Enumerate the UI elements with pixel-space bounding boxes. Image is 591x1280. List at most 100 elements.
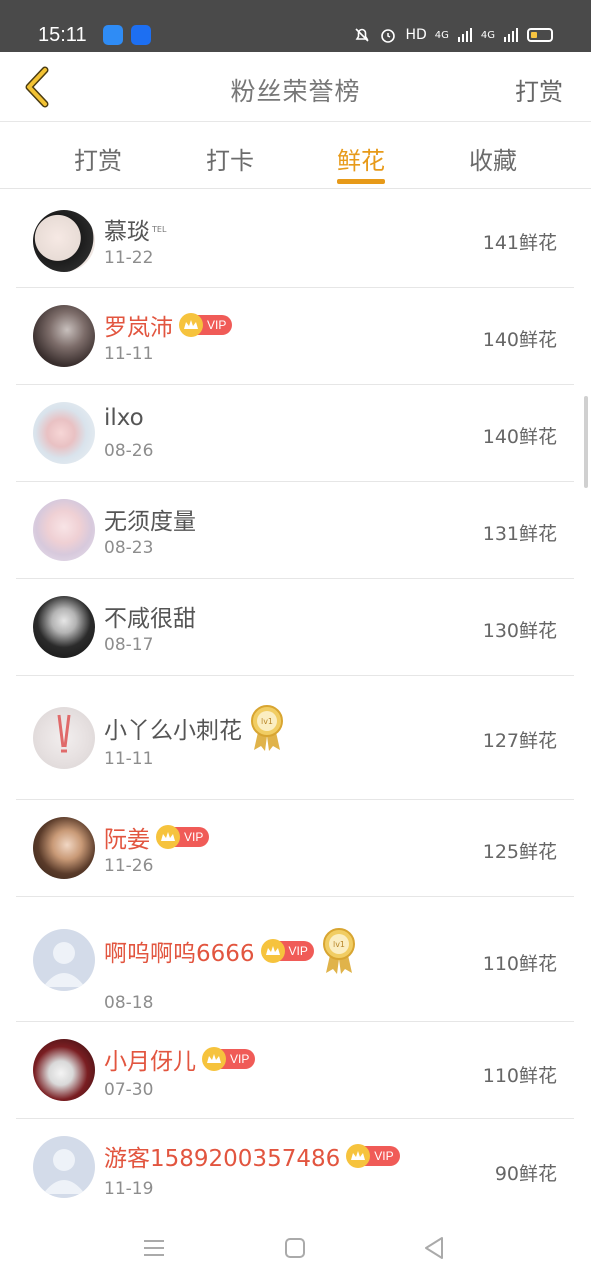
vip-label: VIP (288, 944, 308, 958)
list-item[interactable]: 不咸很甜 08-17 130鲜花 (16, 579, 574, 676)
fan-date: 11-26 (104, 856, 154, 876)
list-item[interactable]: 小月伢儿 VIP 07-30 110鲜花 (16, 1022, 574, 1119)
fan-list: 慕琰 TEL 11-22 141鲜花 罗岚沛 VIP 11-11 140鲜花 i… (16, 190, 574, 1215)
fan-amount: 110鲜花 (482, 1065, 557, 1087)
default-avatar[interactable] (33, 929, 95, 991)
fan-amount: 90鲜花 (494, 1163, 557, 1185)
mute-bell-icon (355, 28, 370, 42)
fan-date: 08-26 (104, 441, 154, 461)
status-bar: 15:11 HD 4G 4G (0, 0, 591, 52)
fan-name: 小丫么小刺花 (104, 718, 242, 744)
hd-indicator: HD (405, 27, 427, 43)
system-nav-bar (0, 1212, 591, 1280)
fan-name: 慕琰 (104, 219, 150, 245)
avatar[interactable] (33, 305, 95, 367)
home-button[interactable] (279, 1232, 311, 1264)
fan-amount: 130鲜花 (482, 620, 557, 642)
avatar[interactable] (33, 1039, 95, 1101)
signal-bars-icon (457, 28, 472, 42)
fan-date: 08-17 (104, 635, 154, 655)
vip-badge: VIP (260, 939, 314, 963)
tab-reward[interactable]: 打赏 (53, 141, 143, 176)
fan-amount: 140鲜花 (482, 329, 557, 351)
fan-name: 啊呜啊呜6666 (104, 941, 255, 967)
status-time: 15:11 (38, 24, 87, 46)
fan-date: 11-11 (104, 344, 154, 364)
list-item[interactable]: 无须度量 08-23 131鲜花 (16, 482, 574, 579)
tel-tag: TEL (152, 224, 167, 234)
level-medal-icon: lv1 (322, 928, 355, 974)
menu-button[interactable] (138, 1232, 170, 1264)
fan-name: ilxo (104, 405, 144, 431)
fan-amount: 140鲜花 (482, 426, 557, 448)
tab-favorites[interactable]: 收藏 (448, 141, 538, 176)
fan-date: 08-18 (104, 993, 154, 1013)
tab-flowers[interactable]: 鲜花 (316, 141, 406, 176)
level-medal-icon: lv1 (251, 705, 283, 751)
crown-icon (202, 1047, 226, 1071)
list-item[interactable]: 游客1589200357486 VIP 11-19 90鲜花 (16, 1119, 574, 1215)
vip-badge: VIP (156, 825, 210, 849)
page-title: 粉丝荣誉榜 (230, 77, 361, 106)
avatar[interactable] (33, 499, 95, 561)
avatar[interactable] (33, 707, 95, 769)
vip-badge: VIP (179, 313, 233, 337)
crown-icon (346, 1144, 371, 1168)
vip-badge: VIP (202, 1047, 256, 1071)
avatar[interactable] (33, 210, 95, 272)
vip-label: VIP (374, 1149, 394, 1163)
signal-4g-1: 4G (434, 29, 449, 41)
fan-name: 阮姜 (104, 827, 150, 853)
default-avatar[interactable] (33, 1136, 95, 1198)
vip-label: VIP (207, 318, 227, 332)
crown-icon (179, 313, 203, 337)
back-nav-button[interactable] (418, 1232, 450, 1264)
list-item[interactable]: 啊呜啊呜6666 VIP lv1 08-18 110鲜花 (16, 897, 574, 1022)
fan-date: 11-19 (104, 1179, 154, 1199)
fan-name: 小月伢儿 (104, 1049, 196, 1075)
avatar[interactable] (33, 817, 95, 879)
status-indicators: HD 4G 4G (353, 26, 553, 44)
level-label: lv1 (261, 717, 273, 726)
fan-amount: 127鲜花 (482, 730, 557, 752)
list-item[interactable]: ilxo 08-26 140鲜花 (16, 385, 574, 482)
fan-date: 11-22 (104, 248, 154, 268)
avatar[interactable] (33, 596, 95, 658)
crown-icon (260, 939, 285, 963)
tab-bar: 打赏 打卡 鲜花 收藏 (0, 123, 591, 189)
list-item[interactable]: 阮姜 VIP 11-26 125鲜花 (16, 800, 574, 897)
fan-amount: 110鲜花 (482, 953, 557, 975)
active-tab-indicator (337, 179, 385, 184)
fan-date: 07-30 (104, 1080, 154, 1100)
fan-amount: 141鲜花 (482, 232, 557, 254)
fan-name: 无须度量 (104, 509, 196, 535)
signal-4g-2: 4G (480, 29, 495, 41)
fan-date: 11-11 (104, 749, 154, 769)
level-label: lv1 (333, 940, 345, 949)
menu-icon (144, 1240, 164, 1256)
layers-notification-icon (131, 25, 151, 45)
avatar-figure (57, 714, 71, 753)
user-silhouette-icon (43, 942, 85, 987)
vip-badge: VIP (346, 1144, 400, 1168)
reward-button[interactable]: 打赏 (515, 72, 563, 107)
signal-bars-icon-2 (504, 28, 518, 42)
header: 粉丝荣誉榜 打赏 (0, 52, 591, 122)
app-notification-icon (103, 25, 123, 45)
alarm-icon (381, 29, 396, 43)
list-item[interactable]: 慕琰 TEL 11-22 141鲜花 (16, 190, 574, 288)
list-item[interactable]: 罗岚沛 VIP 11-11 140鲜花 (16, 288, 574, 385)
vip-label: VIP (230, 1052, 250, 1066)
list-item[interactable]: 小丫么小刺花 lv1 11-11 127鲜花 (16, 676, 574, 800)
tab-checkin[interactable]: 打卡 (185, 141, 275, 176)
fan-name: 不咸很甜 (104, 606, 196, 632)
avatar[interactable] (33, 402, 95, 464)
fan-amount: 131鲜花 (482, 523, 557, 545)
crown-icon (156, 825, 180, 849)
fan-amount: 125鲜花 (482, 841, 557, 863)
vip-label: VIP (184, 830, 204, 844)
fan-date: 08-23 (104, 538, 154, 558)
fan-name: 罗岚沛 (104, 315, 173, 341)
scrollbar[interactable] (584, 396, 588, 488)
user-silhouette-icon (43, 1149, 85, 1194)
